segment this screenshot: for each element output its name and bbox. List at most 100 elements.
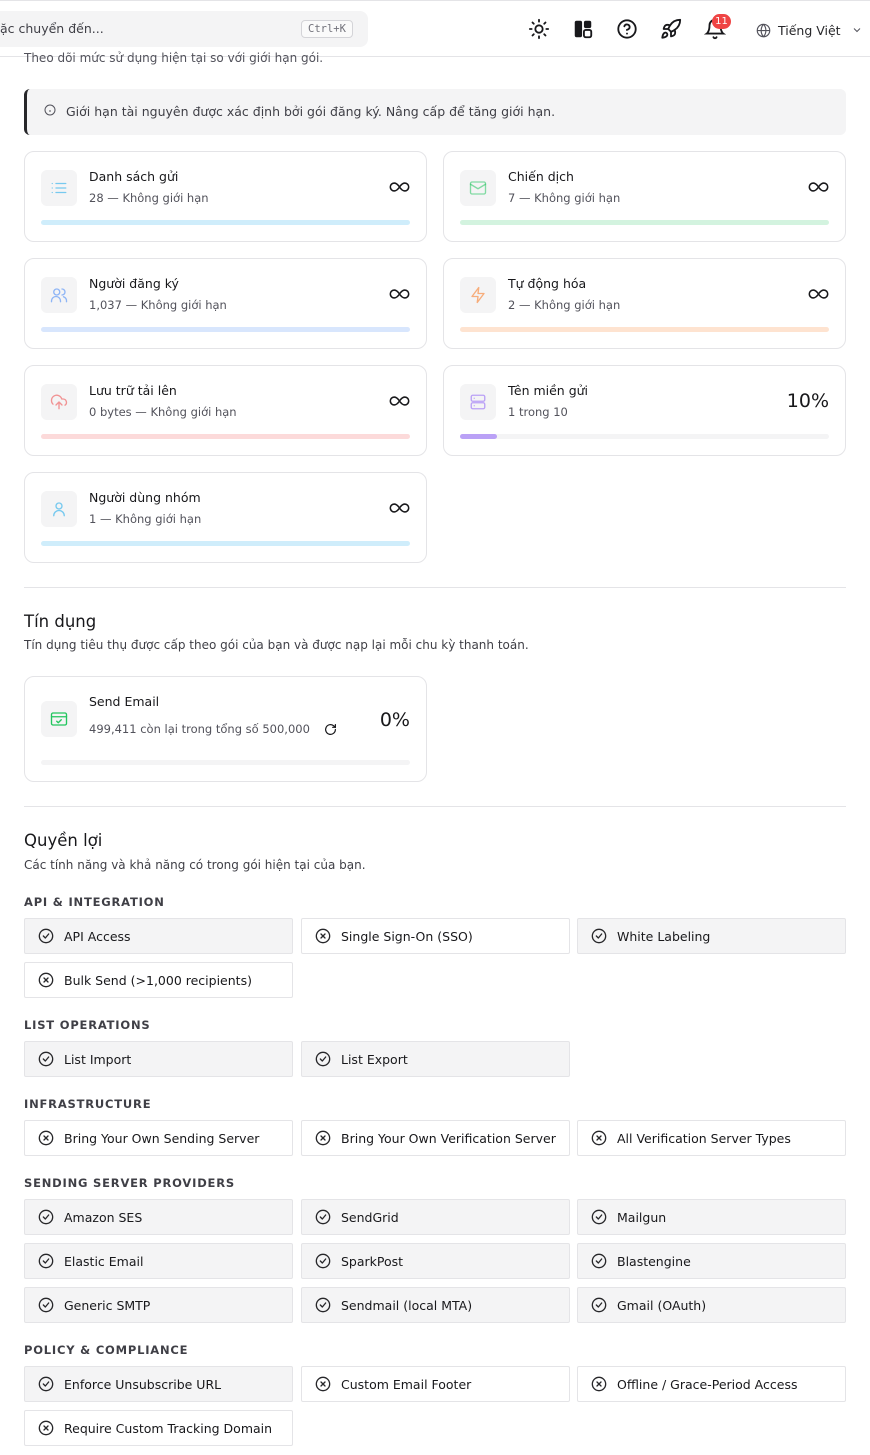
limit-icon-box bbox=[41, 277, 77, 313]
top-bar: ặc chuyển đến... Ctrl+K 11 Tiếng Việt bbox=[0, 0, 870, 57]
limit-title: Danh sách gửi bbox=[89, 169, 179, 184]
refresh-icon[interactable] bbox=[324, 723, 337, 736]
entitlement-label: Generic SMTP bbox=[64, 1297, 151, 1313]
credits-title: Tín dụng bbox=[24, 612, 97, 631]
credit-card-send-email: Send Email 499,411 còn lại trong tổng số… bbox=[24, 676, 427, 782]
limits-subtitle: Theo dõi mức sử dụng hiện tại so với giớ… bbox=[24, 51, 324, 65]
limit-icon-box bbox=[460, 170, 496, 206]
theme-toggle-sun-icon[interactable] bbox=[528, 18, 550, 40]
credit-icon-box bbox=[41, 701, 77, 737]
entitlement-label: Amazon SES bbox=[64, 1209, 143, 1225]
limit-title: Người đăng ký bbox=[89, 276, 179, 291]
limit-card: Tự động hóa 2 — Không giới hạn bbox=[443, 258, 846, 349]
email-check-icon bbox=[50, 712, 68, 726]
entitlement-label: Offline / Grace-Period Access bbox=[617, 1376, 798, 1392]
cloud-upload-icon bbox=[50, 394, 68, 410]
limit-card: Người đăng ký 1,037 — Không giới hạn bbox=[24, 258, 427, 349]
entitlement-item: Bulk Send (>1,000 recipients) bbox=[24, 962, 293, 998]
server-icon bbox=[470, 394, 486, 410]
limit-percent: 10% bbox=[786, 390, 829, 412]
credit-percent: 0% bbox=[379, 709, 410, 731]
limit-progress-bar bbox=[41, 541, 410, 546]
limit-icon-box bbox=[460, 384, 496, 420]
chevron-down-icon bbox=[853, 28, 860, 33]
entitlements-title: Quyền lợi bbox=[24, 831, 103, 850]
entitlement-label: Mailgun bbox=[617, 1209, 667, 1225]
entitlement-item: Enforce Unsubscribe URL bbox=[24, 1366, 293, 1402]
limit-progress-bar bbox=[460, 220, 829, 225]
limit-card: Lưu trữ tải lên 0 bytes — Không giới hạn bbox=[24, 365, 427, 456]
infinity-icon bbox=[389, 396, 410, 406]
entitlement-label: Bulk Send (>1,000 recipients) bbox=[64, 972, 252, 988]
entitlement-category: POLICY & COMPLIANCE bbox=[24, 1343, 189, 1357]
zap-icon bbox=[471, 286, 485, 304]
x-circle-icon bbox=[315, 1130, 331, 1146]
entitlement-item: Require Custom Tracking Domain bbox=[24, 1410, 293, 1446]
entitlement-category: INFRASTRUCTURE bbox=[24, 1097, 152, 1111]
check-circle-icon bbox=[315, 1297, 331, 1313]
entitlement-label: SparkPost bbox=[341, 1253, 404, 1269]
entitlement-label: List Import bbox=[64, 1051, 132, 1067]
entitlement-item: Sendmail (local MTA) bbox=[301, 1287, 570, 1323]
notice-text: Giới hạn tài nguyên được xác định bởi gó… bbox=[66, 104, 556, 119]
limit-usage: 0 bytes — Không giới hạn bbox=[89, 405, 237, 419]
language-label: Tiếng Việt bbox=[778, 22, 841, 38]
list-icon bbox=[51, 182, 67, 194]
check-circle-icon bbox=[38, 1051, 54, 1067]
entitlement-item: List Import bbox=[24, 1041, 293, 1077]
layout-panels-icon[interactable] bbox=[572, 18, 594, 40]
limit-card: Người dùng nhóm 1 — Không giới hạn bbox=[24, 472, 427, 563]
check-circle-icon bbox=[591, 928, 607, 944]
limit-progress-bar bbox=[41, 434, 410, 439]
entitlement-label: Gmail (OAuth) bbox=[617, 1297, 707, 1313]
divider bbox=[24, 806, 846, 807]
entitlement-item: Offline / Grace-Period Access bbox=[577, 1366, 846, 1402]
limit-progress-bar bbox=[460, 327, 829, 332]
limit-icon-box bbox=[41, 384, 77, 420]
credit-sub-row: 499,411 còn lại trong tổng số 500,000 bbox=[89, 722, 337, 736]
infinity-icon bbox=[389, 182, 410, 192]
credit-progress-bar bbox=[41, 760, 410, 765]
check-circle-icon bbox=[38, 1297, 54, 1313]
x-circle-icon bbox=[315, 1376, 331, 1392]
entitlement-category: API & INTEGRATION bbox=[24, 895, 165, 909]
entitlement-item: Generic SMTP bbox=[24, 1287, 293, 1323]
limit-title: Chiến dịch bbox=[508, 169, 574, 184]
language-selector[interactable]: Tiếng Việt bbox=[756, 21, 863, 39]
entitlement-item: Elastic Email bbox=[24, 1243, 293, 1279]
check-circle-icon bbox=[315, 1209, 331, 1225]
users-icon bbox=[50, 288, 68, 303]
limit-usage: 1,037 — Không giới hạn bbox=[89, 298, 227, 312]
help-icon[interactable] bbox=[616, 18, 638, 40]
entitlement-label: Custom Email Footer bbox=[341, 1376, 472, 1392]
x-circle-icon bbox=[591, 1376, 607, 1392]
entitlement-item: SparkPost bbox=[301, 1243, 570, 1279]
limit-icon-box bbox=[41, 491, 77, 527]
entitlement-label: Enforce Unsubscribe URL bbox=[64, 1376, 222, 1392]
entitlement-item: Mailgun bbox=[577, 1199, 846, 1235]
command-search[interactable]: ặc chuyển đến... Ctrl+K bbox=[0, 11, 368, 47]
limit-card: Chiến dịch 7 — Không giới hạn bbox=[443, 151, 846, 242]
entitlement-item: SendGrid bbox=[301, 1199, 570, 1235]
entitlement-category: LIST OPERATIONS bbox=[24, 1018, 151, 1032]
x-circle-icon bbox=[315, 928, 331, 944]
entitlement-label: Bring Your Own Sending Server bbox=[64, 1130, 260, 1146]
limit-usage: 1 trong 10 bbox=[508, 405, 568, 419]
limits-notice: Giới hạn tài nguyên được xác định bởi gó… bbox=[24, 89, 846, 135]
limit-usage: 1 — Không giới hạn bbox=[89, 512, 202, 526]
limit-card: Tên miền gửi 1 trong 10 10% bbox=[443, 365, 846, 456]
entitlement-item: White Labeling bbox=[577, 918, 846, 954]
mail-icon bbox=[469, 181, 487, 195]
entitlement-label: Sendmail (local MTA) bbox=[341, 1297, 473, 1313]
entitlement-item: Blastengine bbox=[577, 1243, 846, 1279]
check-circle-icon bbox=[38, 1376, 54, 1392]
entitlement-label: All Verification Server Types bbox=[617, 1130, 791, 1146]
limit-progress-bar bbox=[41, 327, 410, 332]
limit-icon-box bbox=[41, 170, 77, 206]
entitlement-item: Amazon SES bbox=[24, 1199, 293, 1235]
check-circle-icon bbox=[315, 1051, 331, 1067]
entitlement-item: Custom Email Footer bbox=[301, 1366, 570, 1402]
entitlement-label: SendGrid bbox=[341, 1209, 399, 1225]
rocket-icon[interactable] bbox=[660, 18, 682, 40]
x-circle-icon bbox=[591, 1130, 607, 1146]
